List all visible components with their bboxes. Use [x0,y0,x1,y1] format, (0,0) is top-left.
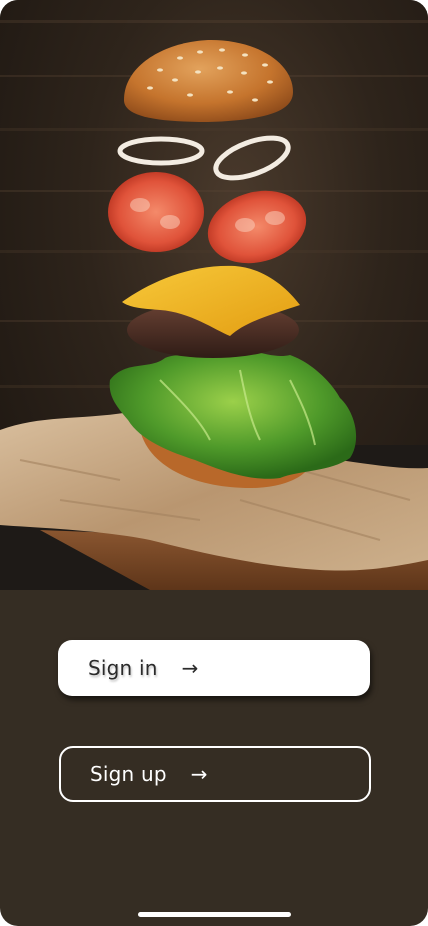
sign-up-label: Sign up [90,762,167,786]
welcome-screen: Sign in → Sign up → [0,0,428,926]
onion-ring-right [213,135,291,181]
arrow-right-icon: → [190,762,208,786]
sign-in-button[interactable]: Sign in → [58,640,370,696]
tomato-slice-right [207,190,307,264]
tomato-slice-left [108,172,204,252]
top-bun [124,39,293,122]
sign-in-label: Sign in [88,656,158,680]
onion-ring-left [117,136,205,166]
sign-up-button[interactable]: Sign up → [59,746,371,802]
hero-burger-image [0,0,428,590]
home-indicator [138,912,291,917]
arrow-right-icon: → [181,656,199,680]
burger-illustration [0,20,428,590]
